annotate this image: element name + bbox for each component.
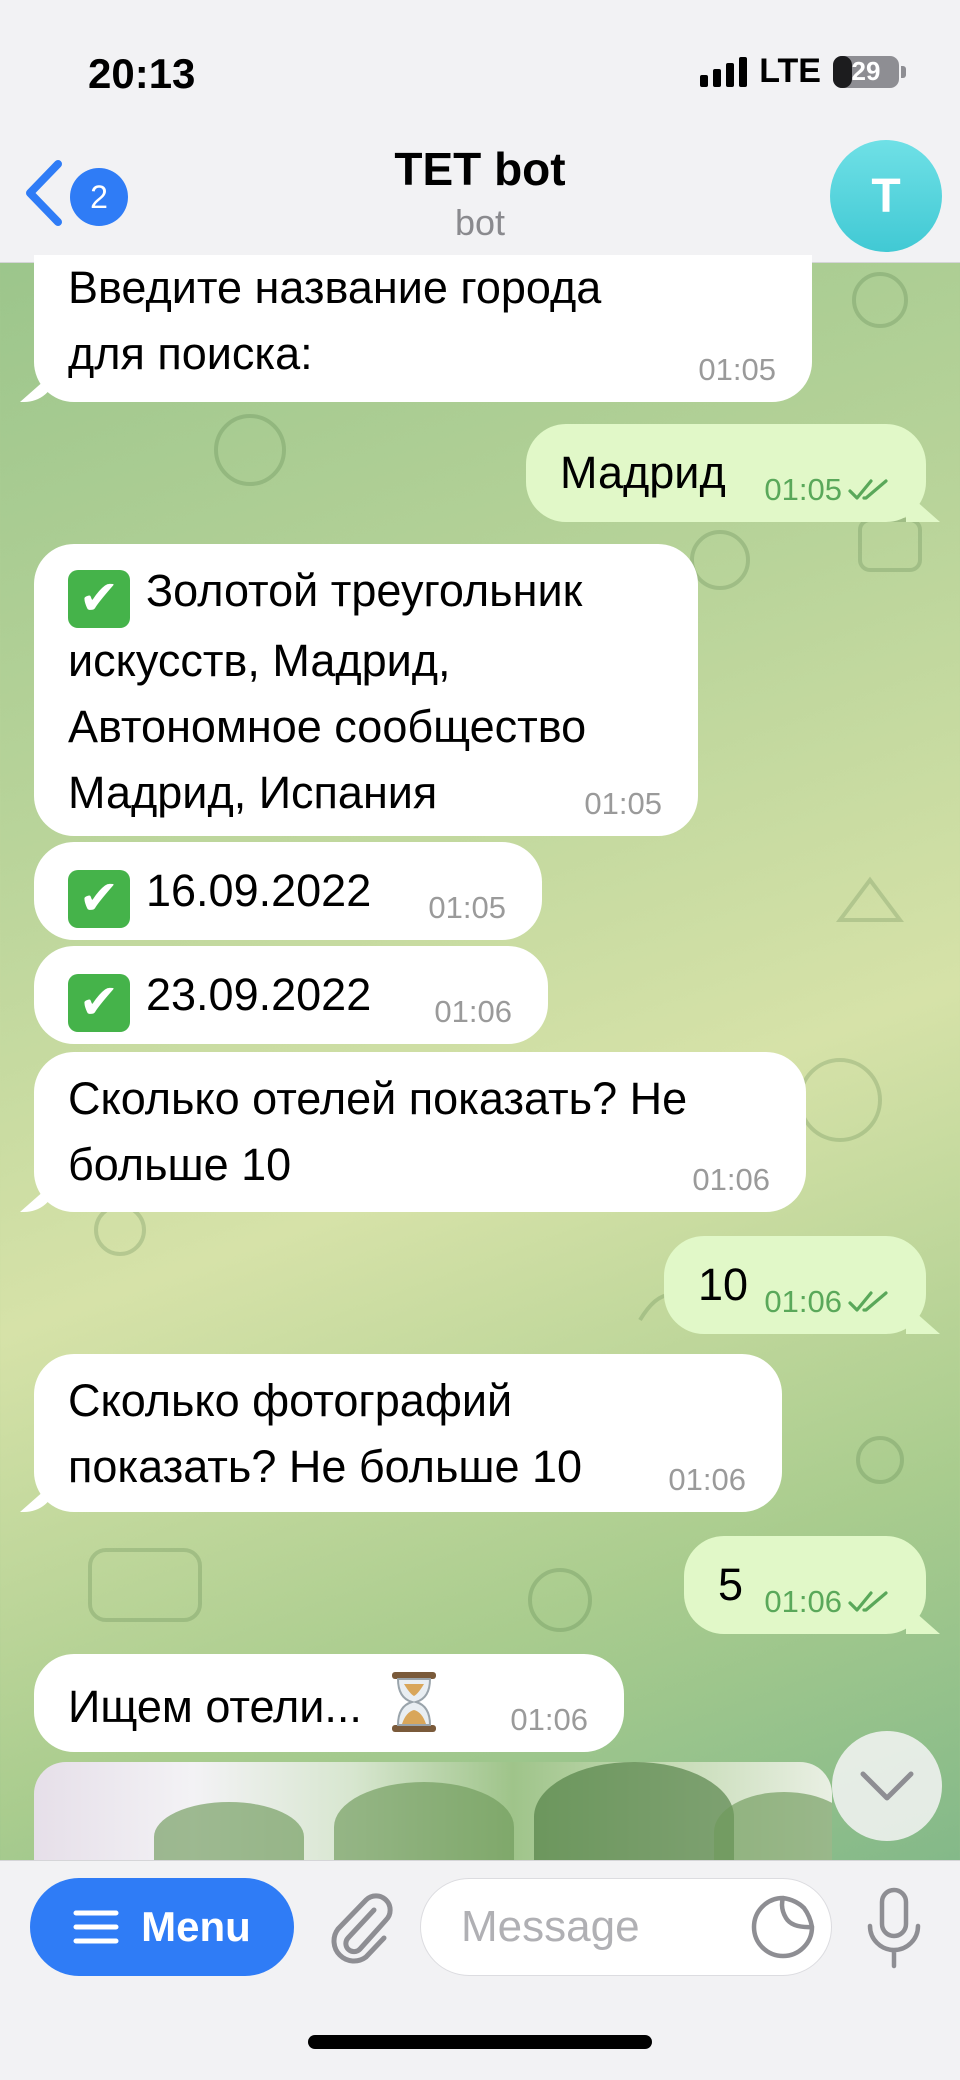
message-time: 01:06 (692, 1162, 770, 1197)
message-bubble[interactable]: Введите название города для поиска: 01:0… (34, 255, 812, 402)
signal-icon (700, 56, 748, 87)
chat-title[interactable]: TET bot (0, 142, 960, 196)
hotel-photo[interactable] (34, 1762, 832, 1872)
message-bubble-outgoing[interactable]: Мадрид 01:05 (526, 424, 926, 522)
battery-icon: 29 (833, 55, 906, 88)
message-time: 01:06 (434, 994, 512, 1029)
double-check-icon (848, 1291, 888, 1312)
message-bubble-outgoing[interactable]: 10 01:06 (664, 1236, 926, 1334)
battery-fill (833, 55, 853, 88)
message-time: 01:06 (668, 1462, 746, 1497)
message-text: 5 (718, 1559, 744, 1610)
hamburger-icon (73, 1910, 119, 1944)
message-time: 01:06 (764, 1584, 890, 1620)
status-indicators: LTE 29 (700, 52, 906, 91)
header-bar: 20:13 LTE 29 2 TET bot bot T (0, 0, 960, 263)
double-check-icon (848, 1591, 888, 1612)
message-time: 01:05 (584, 786, 662, 821)
message-time: 01:05 (428, 890, 506, 925)
message-text: Мадрид (560, 447, 726, 498)
message-bubble[interactable]: ✔ 16.09.2022 01:05 (34, 842, 542, 940)
message-time: 01:06 (764, 1284, 890, 1320)
chat-subtitle: bot (454, 202, 506, 243)
double-check-icon (848, 479, 888, 500)
check-mark-icon: ✔ (68, 870, 130, 928)
message-bubble[interactable]: Сколько фотографий показать? Не больше 1… (34, 1354, 782, 1512)
message-text: Ищем отели... (68, 1670, 440, 1740)
check-mark-icon: ✔ (68, 570, 130, 628)
message-text: Сколько отелей показать? Не больше 10 (68, 1073, 688, 1190)
message-bubble[interactable]: ✔ 23.09.2022 01:06 (34, 946, 548, 1044)
message-placeholder: Message (461, 1902, 640, 1951)
message-text: Введите название города для поиска: (68, 262, 602, 379)
status-time: 20:13 (88, 50, 196, 97)
menu-label: Menu (141, 1903, 251, 1950)
paperclip-icon[interactable] (320, 1888, 400, 1968)
battery-level: 29 (851, 56, 881, 86)
chevron-down-icon (860, 1771, 914, 1801)
check-mark-icon: ✔ (68, 974, 130, 1032)
hourglass-icon (392, 1672, 437, 1732)
message-bubble[interactable]: Сколько отелей показать? Не больше 10 01… (34, 1052, 806, 1212)
message-text: ✔ 23.09.2022 (68, 962, 371, 1032)
message-bubble[interactable]: Ищем отели... 01:06 (34, 1654, 624, 1752)
message-text: Сколько фотографий показать? Не больше 1… (68, 1375, 583, 1492)
message-text: ✔ 16.09.2022 (68, 858, 371, 928)
message-time: 01:06 (510, 1702, 588, 1737)
message-text: 10 (698, 1259, 749, 1310)
microphone-icon[interactable] (864, 1886, 924, 1970)
network-label: LTE (759, 52, 821, 90)
home-indicator (308, 2035, 652, 2049)
sticker-icon[interactable] (750, 1894, 816, 1960)
message-bubble[interactable]: ✔ Золотой треугольник искусств, Мадрид, А… (34, 544, 698, 836)
scroll-to-bottom-button[interactable] (832, 1731, 942, 1841)
message-time: 01:05 (764, 472, 890, 508)
avatar[interactable]: T (830, 140, 942, 252)
menu-button[interactable]: Menu (30, 1878, 294, 1976)
message-time: 01:05 (698, 352, 776, 387)
message-bubble-outgoing[interactable]: 5 01:06 (684, 1536, 926, 1634)
